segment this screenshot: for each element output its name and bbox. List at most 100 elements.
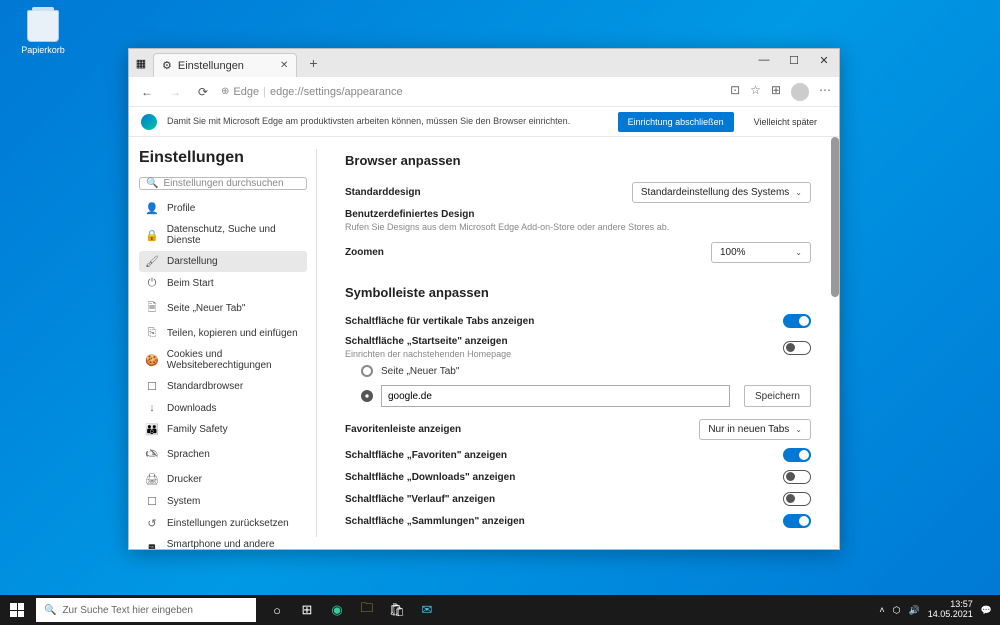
reading-icon[interactable]: ⊡ <box>730 83 740 101</box>
store-icon[interactable]: 🛍 <box>382 595 412 625</box>
other-stores-link[interactable]: andere Stores <box>598 222 655 232</box>
zoom-dropdown[interactable]: 100% ⌄ <box>711 242 811 263</box>
home-button-label: Schaltfläche „Startseite" anzeigen <box>345 336 511 347</box>
sidebar-item-cookies[interactable]: 🍪Cookies und Websiteberechtigungen <box>139 345 307 375</box>
windows-logo-icon <box>10 603 24 617</box>
edge-taskbar-icon[interactable]: ◉ <box>322 595 352 625</box>
vertical-tabs-label: Schaltfläche für vertikale Tabs anzeigen <box>345 316 534 327</box>
chevron-down-icon: ⌄ <box>795 425 802 434</box>
sidebar-item-profile[interactable]: 👤Profile <box>139 198 307 219</box>
minimize-button[interactable]: — <box>749 49 779 71</box>
more-icon[interactable]: ⋯ <box>819 83 831 101</box>
family-icon: 👪 <box>145 423 159 436</box>
explorer-icon[interactable]: 🗀 <box>352 595 382 625</box>
browser-icon: ☐ <box>145 380 159 393</box>
taskview-icon[interactable]: ⊞ <box>292 595 322 625</box>
url-field[interactable]: ⊕ Edge | edge://settings/appearance <box>221 86 722 98</box>
tab-close-icon[interactable]: ✕ <box>280 60 288 71</box>
collections-icon[interactable]: ⊞ <box>771 83 781 101</box>
profile-icon: 👤 <box>145 202 159 215</box>
maximize-button[interactable]: ☐ <box>779 49 809 71</box>
system-tray[interactable]: ˄ ⬡ 🔊 13:57 14.05.2021 💬 <box>879 600 1000 620</box>
vertical-tabs-toggle[interactable] <box>783 314 811 328</box>
fav-button-toggle[interactable] <box>783 448 811 462</box>
taskbar: 🔍 Zur Suche Text hier eingeben ○ ⊞ ◉ 🗀 🛍… <box>0 595 1000 625</box>
mail-icon[interactable]: ✉ <box>412 595 442 625</box>
language-icon: 🖎 <box>145 445 159 464</box>
sidebar-item-reset[interactable]: ↺Einstellungen zurücksetzen <box>139 513 307 534</box>
recycle-bin[interactable]: Papierkorb <box>18 10 68 55</box>
app-menu-icon[interactable]: ▦ <box>129 57 153 70</box>
sidebar-item-startup[interactable]: ⏻Beim Start <box>139 273 307 294</box>
favbar-dropdown[interactable]: Nur in neuen Tabs ⌄ <box>699 419 811 440</box>
history-button-toggle[interactable] <box>783 492 811 506</box>
sidebar-item-printers[interactable]: 🖨Drucker <box>139 469 307 490</box>
scrollbar[interactable] <box>831 137 839 297</box>
sidebar-item-newtab[interactable]: 🗎Seite „Neuer Tab" <box>139 295 307 322</box>
save-button[interactable]: Speichern <box>744 385 811 407</box>
refresh-button[interactable]: ⟳ <box>193 85 213 99</box>
tray-chevron-icon[interactable]: ˄ <box>879 605 884 615</box>
cookie-icon: 🍪 <box>145 354 159 367</box>
home-button-toggle[interactable] <box>783 341 811 355</box>
notifications-icon[interactable]: 💬 <box>981 605 992 616</box>
radio-url[interactable] <box>361 390 373 402</box>
address-bar: ← → ⟳ ⊕ Edge | edge://settings/appearanc… <box>129 77 839 107</box>
volume-icon[interactable]: 🔊 <box>909 605 920 616</box>
edge-logo-icon <box>141 114 157 130</box>
default-design-dropdown[interactable]: Standardeinstellung des Systems ⌄ <box>632 182 811 203</box>
sidebar-item-system[interactable]: ☐System <box>139 491 307 512</box>
radio-newtab-label: Seite „Neuer Tab" <box>381 366 459 377</box>
sidebar-item-default[interactable]: ☐Standardbrowser <box>139 376 307 397</box>
favorite-icon[interactable]: ☆ <box>750 83 761 101</box>
recycle-bin-label: Papierkorb <box>18 45 68 55</box>
new-tab-button[interactable]: + <box>303 55 323 71</box>
appearance-icon: 🖌 <box>145 255 159 268</box>
notice-text: Damit Sie mit Microsoft Edge am produkti… <box>167 116 608 127</box>
chevron-down-icon: ⌄ <box>795 248 802 257</box>
cortana-icon[interactable]: ○ <box>262 595 292 625</box>
tab-label: Einstellungen <box>178 60 244 72</box>
lock-icon: 🔒 <box>145 229 159 242</box>
close-button[interactable]: ✕ <box>809 49 839 71</box>
collections-button-label: Schaltfläche „Sammlungen" anzeigen <box>345 516 525 527</box>
collections-button-toggle[interactable] <box>783 514 811 528</box>
complete-setup-button[interactable]: Einrichtung abschließen <box>618 112 734 132</box>
fav-button-label: Schaltfläche „Favoriten" anzeigen <box>345 450 507 461</box>
taskbar-search-input[interactable]: 🔍 Zur Suche Text hier eingeben <box>36 598 256 622</box>
back-button[interactable]: ← <box>137 85 157 99</box>
edge-settings-window: ▦ ⚙ Einstellungen ✕ + — ☐ ✕ ← → ⟳ ⊕ Edge… <box>128 48 840 550</box>
section-toolbar-customize: Symbolleiste anpassen <box>345 285 811 300</box>
sidebar-item-phone[interactable]: 📱Smartphone und andere Geräte <box>139 535 307 549</box>
sidebar-item-languages[interactable]: 🖎Sprachen <box>139 441 307 468</box>
sidebar-item-downloads[interactable]: ↓Downloads <box>139 398 307 418</box>
sidebar-item-share[interactable]: ⎘Teilen, kopieren und einfügen <box>139 323 307 344</box>
settings-main: Browser anpassen Standarddesign Standard… <box>317 137 839 549</box>
dl-button-toggle[interactable] <box>783 470 811 484</box>
homepage-url-input[interactable] <box>381 385 730 407</box>
url-edge-label: Edge <box>233 86 259 98</box>
custom-design-sub: Rufen Sie Designs aus dem Microsoft Edge… <box>345 222 669 232</box>
addon-store-link[interactable]: Microsoft Edge Add-on-Store <box>459 222 575 232</box>
phone-icon: 📱 <box>145 544 159 550</box>
setup-notice: Damit Sie mit Microsoft Edge am produkti… <box>129 107 839 137</box>
sidebar-item-appearance[interactable]: 🖌Darstellung <box>139 251 307 272</box>
start-button[interactable] <box>0 595 34 625</box>
profile-avatar[interactable] <box>791 83 809 101</box>
recycle-bin-icon <box>27 10 59 42</box>
search-icon: 🔍 <box>146 178 158 189</box>
radio-newtab[interactable] <box>361 365 373 377</box>
sidebar-title: Einstellungen <box>139 149 307 167</box>
power-icon: ⏻ <box>145 277 159 290</box>
lock-icon: ⊕ <box>221 86 229 97</box>
tab-settings[interactable]: ⚙ Einstellungen ✕ <box>153 53 297 77</box>
content-area: Einstellungen 🔍 Einstellungen durchsuche… <box>129 137 839 549</box>
network-icon[interactable]: ⬡ <box>893 605 901 616</box>
zoom-label: Zoomen <box>345 247 384 258</box>
sidebar-item-family[interactable]: 👪Family Safety <box>139 419 307 440</box>
clock[interactable]: 13:57 14.05.2021 <box>928 600 973 620</box>
maybe-later-button[interactable]: Vielleicht später <box>744 112 827 132</box>
sidebar-item-privacy[interactable]: 🔒Datenschutz, Suche und Dienste <box>139 220 307 250</box>
settings-search-input[interactable]: 🔍 Einstellungen durchsuchen <box>139 177 307 190</box>
titlebar: ▦ ⚙ Einstellungen ✕ + — ☐ ✕ <box>129 49 839 77</box>
